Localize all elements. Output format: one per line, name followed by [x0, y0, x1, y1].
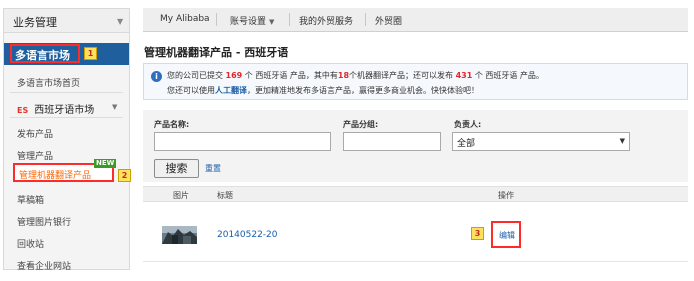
spanish-market-label: 西班牙语市场: [34, 105, 95, 116]
filter-panel: 产品名称: 产品分组: 负责人: 全部 ▼ 搜索 重置: [143, 110, 688, 182]
top-nav: My Alibaba 账号设置 ▼ 我的外贸服务 外贸圈: [143, 8, 688, 32]
sidebar-item-draft[interactable]: 草稿箱: [17, 193, 44, 206]
notice-text: 您还可以使用: [167, 86, 215, 95]
step-marker-3: 3: [471, 227, 484, 240]
notice-text: 个机器翻译产品；还可以发布: [349, 71, 456, 80]
product-group-input[interactable]: [343, 132, 441, 151]
divider: [216, 13, 217, 26]
notice-line-1: 您的公司已提交 169 个 西班牙语 产品，其中有18个机器翻译产品；还可以发布…: [167, 70, 544, 81]
owner-label: 负责人:: [454, 120, 482, 129]
owner-select[interactable]: 全部 ▼: [452, 132, 630, 151]
column-header-operation: 操作: [498, 191, 514, 200]
sidebar-item-label: 管理机器翻译产品: [19, 171, 92, 181]
notice-line-2: 您还可以使用人工翻译，更加精准地发布多语言产品，赢得更多商业机会。快快体验吧！: [167, 85, 479, 96]
nav-trade-service[interactable]: 我的外贸服务: [299, 14, 353, 27]
remaining-count: 431: [455, 71, 473, 80]
sidebar-item-recycle[interactable]: 回收站: [17, 237, 44, 250]
nav-account-settings[interactable]: 账号设置 ▼: [230, 14, 274, 27]
submitted-count: 169: [225, 71, 243, 80]
dropdown-arrow-icon: ▼: [619, 137, 625, 145]
sidebar: 业务管理 ▼ 多语言市场 1 多语言市场首页 ES 西班牙语市场 ▼ 发布产品 管…: [3, 8, 131, 272]
search-button[interactable]: 搜索: [154, 159, 199, 178]
sidebar-header[interactable]: 业务管理 ▼: [4, 9, 129, 33]
info-notice: i 您的公司已提交 169 个 西班牙语 产品，其中有18个机器翻译产品；还可以…: [143, 63, 688, 100]
product-thumbnail-image: [162, 226, 197, 244]
info-icon: i: [151, 71, 162, 82]
divider: [10, 117, 123, 118]
highlight-box: 编辑: [491, 221, 521, 248]
chevron-down-icon: ▼: [269, 18, 275, 26]
page-title: 管理机器翻译产品 - 西班牙语: [144, 46, 289, 59]
multilang-market-label: 多语言市场: [15, 49, 70, 62]
nav-my-alibaba[interactable]: My Alibaba: [160, 14, 210, 24]
notice-text: 您的公司已提交: [167, 71, 226, 80]
notice-text: ，更加精准地发布多语言产品，赢得更多商业机会。快快体验吧！: [247, 86, 479, 95]
spanish-market-item[interactable]: ES 西班牙语市场 ▼: [17, 101, 117, 116]
sidebar-item-view-site[interactable]: 查看企业网站: [17, 259, 71, 272]
sidebar-item-machine-translate[interactable]: 管理机器翻译产品 NEW: [13, 159, 117, 182]
product-name-input[interactable]: [154, 132, 331, 151]
es-flag-badge: ES: [17, 106, 29, 115]
notice-text: 个 西班牙语 产品。: [472, 71, 544, 80]
sidebar-item-publish[interactable]: 发布产品: [17, 127, 53, 140]
sidebar-item-manage[interactable]: 管理产品: [17, 149, 53, 162]
edit-link[interactable]: 编辑: [499, 230, 515, 241]
machine-count: 18: [337, 71, 350, 80]
sidebar-title: 业务管理: [13, 16, 57, 29]
step-marker-1: 1: [84, 47, 97, 60]
step-marker-2: 2: [118, 169, 131, 182]
column-header-image: 图片: [173, 191, 189, 200]
multilang-market-item[interactable]: 多语言市场 1: [4, 43, 129, 65]
product-group-label: 产品分组:: [343, 120, 379, 129]
chevron-down-icon: ▼: [112, 103, 118, 111]
chevron-down-icon: ▼: [117, 17, 124, 26]
human-translation-link[interactable]: 人工翻译: [215, 86, 247, 95]
product-title-link[interactable]: 20140522-20: [217, 230, 278, 240]
table-header: 图片 标题 操作: [143, 186, 688, 202]
divider: [365, 13, 366, 26]
sidebar-item-multilang-home[interactable]: 多语言市场首页: [17, 76, 80, 89]
nav-trade-circle[interactable]: 外贸圈: [375, 14, 402, 27]
product-thumbnail[interactable]: [162, 226, 197, 244]
reset-link[interactable]: 重置: [205, 163, 221, 174]
new-badge: NEW: [94, 159, 117, 168]
product-name-label: 产品名称:: [154, 120, 190, 129]
divider: [10, 92, 123, 93]
table-row: 20140522-20 3 编辑: [143, 210, 688, 262]
owner-select-value: 全部: [457, 139, 476, 149]
nav-account-label: 账号设置: [230, 17, 267, 27]
sidebar-item-image-bank[interactable]: 管理图片银行: [17, 215, 71, 228]
notice-text: 个 西班牙语 产品，其中有: [242, 71, 338, 80]
column-header-title: 标题: [217, 191, 233, 200]
divider: [289, 13, 290, 26]
